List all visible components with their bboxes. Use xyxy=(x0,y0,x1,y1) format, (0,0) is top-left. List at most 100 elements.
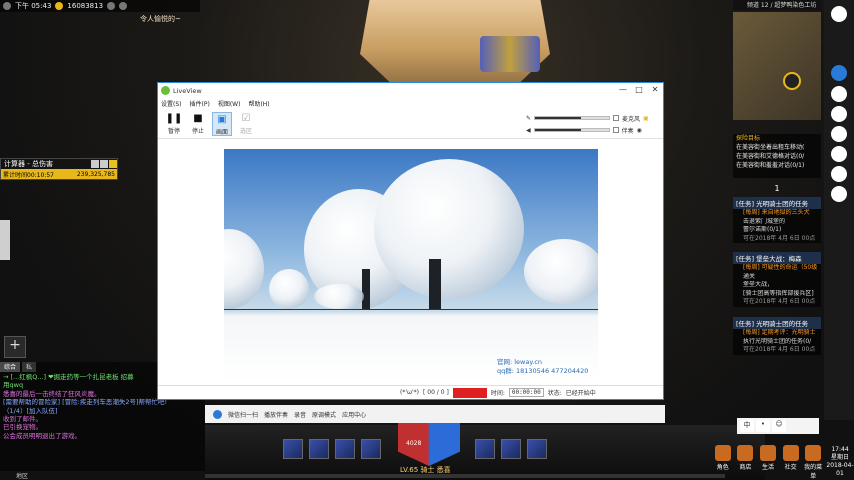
social-icon xyxy=(782,445,799,461)
quest-card[interactable]: [任务] 光明骑士团的任务 [每周] 定期考评：光明骑士 执行光明骑士团的任务(… xyxy=(733,317,821,355)
skill-slot[interactable] xyxy=(527,439,547,459)
shield-value: 4028 xyxy=(406,440,422,447)
mic-volume-slider[interactable] xyxy=(534,116,611,120)
skill-slot[interactable] xyxy=(475,439,495,459)
menu-label: 商店 xyxy=(739,464,752,471)
mail-icon[interactable] xyxy=(107,2,116,10)
tree-trunk xyxy=(429,259,441,309)
bottom-menu: 角色 商店 生活 社交 我的菜单 xyxy=(712,445,824,480)
chat-input[interactable]: 地区 xyxy=(0,471,205,480)
menu-social[interactable]: 社交 xyxy=(780,445,802,480)
minimap[interactable] xyxy=(733,12,821,120)
skill-slot[interactable] xyxy=(283,439,303,459)
menu-character[interactable]: 角色 xyxy=(712,445,734,480)
character-icon xyxy=(714,445,731,461)
menu-view[interactable]: 视图(W) xyxy=(218,99,241,108)
app-icon[interactable] xyxy=(831,166,847,182)
taskbar-item[interactable]: 原调模式 xyxy=(312,410,336,419)
app-icon[interactable] xyxy=(831,126,847,142)
close-icon[interactable] xyxy=(109,160,117,168)
clock-time: 17:44 xyxy=(831,446,849,453)
ime-button[interactable]: 中 xyxy=(740,420,754,432)
music-checkbox[interactable] xyxy=(612,127,619,133)
taskbar-item[interactable]: 应用中心 xyxy=(342,410,366,419)
chat-tab-all[interactable]: 综合 xyxy=(0,362,21,372)
quest-header[interactable]: [任务] 光明骑士团的任务 xyxy=(733,197,821,209)
castle-doors xyxy=(480,36,540,72)
app-icon[interactable] xyxy=(831,146,847,162)
state-value: 已经开始中 xyxy=(565,390,596,397)
music-volume-slider[interactable] xyxy=(533,128,610,132)
app-icon[interactable] xyxy=(831,186,847,202)
pause-icon: ❚❚ xyxy=(165,112,183,124)
quest-card[interactable]: [任务] 堡垒大战：梅森 [每周] 可疑性的命运（50级 通关 堡垒大战， [骑… xyxy=(733,252,821,307)
notification-icon[interactable] xyxy=(831,6,847,22)
left-panel-handle[interactable] xyxy=(0,220,10,260)
quest-line: [每周] 定期考评：光明骑士 xyxy=(743,329,816,336)
skill-slot[interactable] xyxy=(501,439,521,459)
region-icon: ☑ xyxy=(241,112,251,124)
mic-checkbox[interactable] xyxy=(613,115,620,121)
app-icon[interactable] xyxy=(831,65,847,81)
snow-tree xyxy=(374,159,524,299)
qq-icon[interactable] xyxy=(213,409,222,419)
notice-text: 令人愉悦的~ xyxy=(140,15,181,23)
menu-shop[interactable]: 商店 xyxy=(735,445,757,480)
add-icon[interactable]: + xyxy=(4,336,26,358)
chat-line: 收到了邮件。 xyxy=(3,415,42,424)
menu-plugins[interactable]: 插件(P) xyxy=(190,99,210,108)
ime-button[interactable]: ☺ xyxy=(772,420,786,432)
menu-settings[interactable]: 设置(S) xyxy=(161,99,182,108)
menu-help[interactable]: 帮助(H) xyxy=(248,99,269,108)
quest-header[interactable]: [任务] 堡垒大战：梅森 xyxy=(733,252,821,264)
taskbar-item[interactable]: 录音 xyxy=(294,410,306,419)
app-icon[interactable] xyxy=(831,86,847,102)
ime-button[interactable]: • xyxy=(756,420,770,432)
menu-life[interactable]: 生活 xyxy=(757,445,779,480)
taskbar-item[interactable]: 微信扫一扫 xyxy=(228,410,258,419)
damage-calculator: 计算器 - 总伤害 累计时间00:10:57 239,325,785 xyxy=(0,158,118,180)
minimize-button[interactable]: — xyxy=(615,83,631,98)
quest-goal-line[interactable]: 在美容街坐着出租车移动( xyxy=(733,143,821,152)
chat-line[interactable]: （1/4）[加入队伍] xyxy=(3,407,202,415)
skill-slot[interactable] xyxy=(361,439,381,459)
calculator-titlebar[interactable]: 计算器 - 总伤害 xyxy=(1,159,117,169)
game-time: 下午 05:43 xyxy=(15,2,52,10)
liveview-titlebar[interactable]: LiveView — □ ✕ xyxy=(158,83,663,98)
clock-day: 星期日 xyxy=(830,454,849,461)
snow-tree xyxy=(224,229,264,309)
snow-tree xyxy=(314,284,364,309)
fence-line xyxy=(224,309,598,310)
mic-volume-fill xyxy=(535,117,581,119)
quest-pager[interactable]: 1 xyxy=(733,184,821,196)
close-button[interactable]: ✕ xyxy=(647,83,663,98)
eye-icon[interactable]: ◉ xyxy=(637,127,642,134)
gold-amount: 16083813 xyxy=(67,2,104,10)
menu-label: 我的菜单 xyxy=(804,464,823,480)
pause-button[interactable]: ❚❚ 暂停 xyxy=(164,112,184,136)
maximize-button[interactable]: □ xyxy=(631,83,647,98)
menu-bar: 设置(S) 插件(P) 视图(W) 帮助(H) xyxy=(158,98,663,109)
menu-label: 社交 xyxy=(784,464,797,471)
settings-icon[interactable] xyxy=(119,2,128,10)
menu-mine[interactable]: 我的菜单 xyxy=(802,445,824,480)
skill-slot[interactable] xyxy=(335,439,355,459)
screen-button[interactable]: ▣ 画面 xyxy=(212,111,232,136)
quest-goal-line[interactable]: 在美容街和羞羞对话(0/1) xyxy=(733,161,821,170)
quest-line: 执行光明骑士团的任务(0/ xyxy=(743,337,812,345)
chat-tab-private[interactable]: 私 xyxy=(22,362,37,372)
settings-icon[interactable] xyxy=(100,160,108,168)
skill-slot[interactable] xyxy=(309,439,329,459)
reset-icon[interactable] xyxy=(91,160,99,168)
minimap-marker xyxy=(783,72,801,90)
tree-trunk xyxy=(362,269,370,309)
region-button[interactable]: ☑ 选区 xyxy=(236,112,256,136)
calculator-label: 累计时间00:10:57 xyxy=(3,171,54,179)
quest-card[interactable]: [任务] 光明骑士团的任务 [每周] 来自地狱的三头犬 击退紫门城堡的 蕾尔诺斯… xyxy=(733,197,821,244)
stop-button[interactable]: ■ 停止 xyxy=(188,112,208,136)
app-icon[interactable] xyxy=(831,106,847,122)
quest-header[interactable]: [任务] 光明骑士团的任务 xyxy=(733,317,821,329)
folder-icon[interactable]: ▣ xyxy=(643,115,649,122)
taskbar-item[interactable]: 播放伴奏 xyxy=(264,410,288,419)
quest-goal-line[interactable]: 在美容街和艾德格对话(0/ xyxy=(733,152,821,161)
